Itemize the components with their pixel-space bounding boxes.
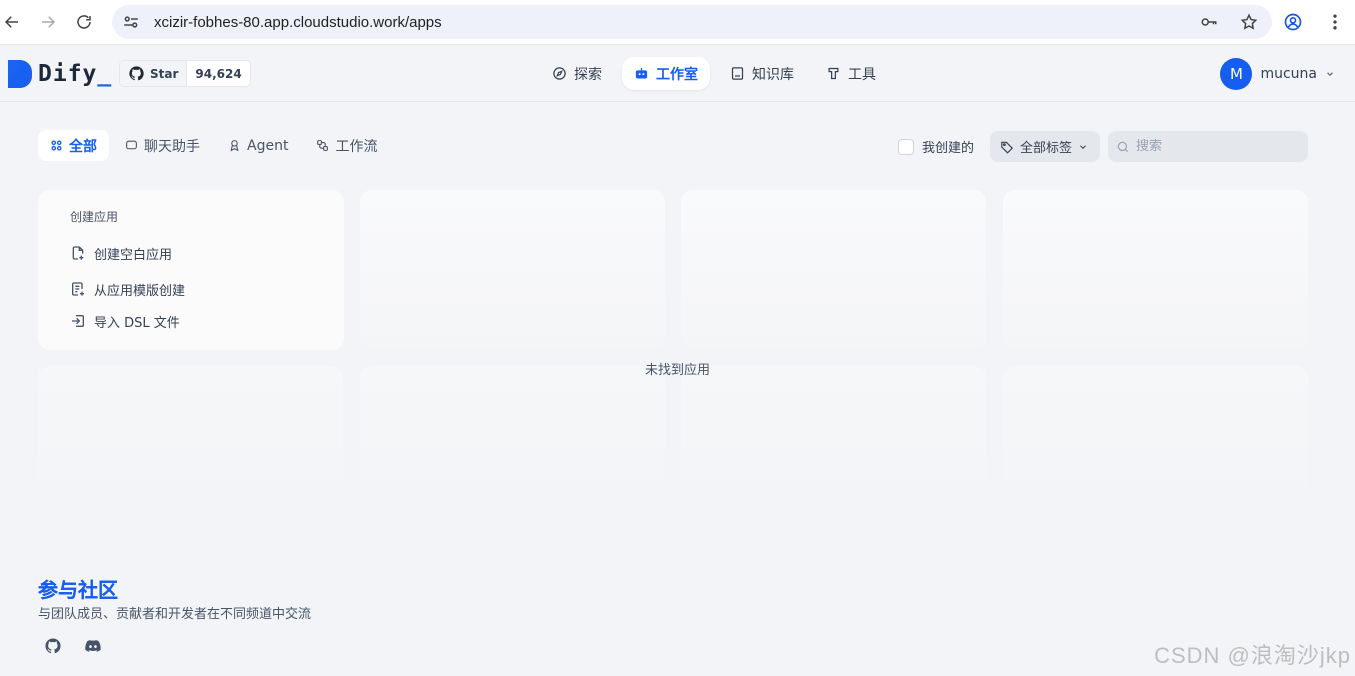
tab-workflow[interactable]: 工作流 (304, 130, 389, 161)
app-card-placeholder (681, 366, 986, 516)
tab-label: 聊天助手 (144, 138, 200, 155)
nav-label: 工作室 (656, 66, 698, 83)
nav-label: 探索 (574, 66, 602, 83)
app-card-placeholder (1003, 366, 1308, 516)
tag-filter-label: 全部标签 (1020, 141, 1073, 156)
create-from-template-button[interactable]: 从应用模版创建 (70, 273, 312, 305)
nav-tools[interactable]: 工具 (814, 57, 888, 90)
app-card-placeholder (1003, 190, 1308, 350)
search-icon (1117, 141, 1129, 152)
tag-icon (1001, 141, 1014, 154)
robot-icon (635, 67, 648, 79)
star-bookmark-icon[interactable] (1240, 13, 1258, 31)
app-header: Dify_ Star 94,624 探索 工作室 知识库 工具 M mucuna (0, 46, 1355, 102)
blank-file-icon (72, 246, 84, 260)
create-item-label: 从应用模版创建 (94, 283, 186, 299)
arrow-left-icon (4, 16, 18, 28)
community-links (44, 637, 102, 655)
search-input[interactable] (1136, 139, 1296, 154)
github-icon[interactable] (44, 637, 62, 655)
tab-agent[interactable]: Agent (216, 130, 300, 161)
import-dsl-button[interactable]: 导入 DSL 文件 (70, 305, 312, 337)
create-app-title: 创建应用 (70, 210, 119, 224)
nav-knowledge[interactable]: 知识库 (718, 57, 806, 90)
app-card-placeholder (360, 190, 665, 350)
nav-label: 知识库 (752, 66, 794, 83)
username[interactable]: mucuna (1260, 66, 1317, 82)
logo-mark-icon (8, 60, 32, 88)
app-card-placeholder (681, 190, 986, 350)
back-button[interactable] (0, 4, 30, 40)
tab-label: 全部 (69, 138, 97, 155)
create-blank-app-button[interactable]: 创建空白应用 (70, 237, 312, 269)
app-card-placeholder (360, 366, 665, 516)
chat-icon (126, 140, 137, 150)
reload-icon (77, 15, 91, 29)
user-menu[interactable]: M mucuna (1220, 58, 1335, 90)
tab-label: 工作流 (335, 138, 378, 155)
agent-icon (230, 140, 239, 152)
empty-state-message: 未找到应用 (644, 363, 710, 378)
more-vertical-icon[interactable] (1325, 12, 1345, 32)
workflow-icon (317, 140, 329, 151)
community-title: 参与社区 (38, 574, 118, 603)
logo-text: Dify (38, 61, 98, 87)
forward-button[interactable] (30, 4, 66, 40)
filter-controls: 我创建的 全部标签 (897, 131, 1308, 162)
star-count: 94,624 (186, 61, 249, 86)
import-icon (72, 315, 84, 327)
tab-chat-assistant[interactable]: 聊天助手 (113, 130, 212, 161)
nav-studio[interactable]: 工作室 (622, 57, 710, 90)
create-app-card: 创建应用 创建空白应用 从应用模版创建 导入 DSL 文件 (38, 190, 344, 350)
tool-icon (828, 67, 839, 80)
tab-all[interactable]: 全部 (38, 130, 109, 161)
nav-explore[interactable]: 探索 (540, 57, 614, 90)
chevron-down-icon (1327, 72, 1333, 77)
github-icon (129, 66, 144, 81)
dify-logo[interactable]: Dify_ (8, 60, 112, 88)
github-star-button[interactable]: Star 94,624 (119, 60, 251, 87)
app-card-placeholder (38, 366, 343, 516)
avatar[interactable]: M (1220, 58, 1253, 90)
star-label: Star (150, 66, 179, 81)
my-created-toggle[interactable]: 我创建的 (897, 137, 974, 156)
chevron-down-icon (1080, 144, 1086, 149)
my-created-checkbox[interactable] (897, 138, 914, 155)
my-created-label: 我创建的 (921, 141, 974, 156)
profile-icon[interactable] (1283, 12, 1303, 32)
create-item-label: 导入 DSL 文件 (94, 315, 180, 331)
main-nav: 探索 工作室 知识库 工具 (540, 57, 888, 90)
grid-icon (51, 140, 62, 151)
tab-label: Agent (247, 137, 289, 154)
community-subtitle: 与团队成员、贡献者和开发者在不同频道中交流 (38, 607, 312, 622)
create-item-label: 创建空白应用 (94, 247, 173, 263)
nav-label: 工具 (848, 66, 876, 83)
book-icon (731, 67, 744, 80)
template-icon (72, 282, 84, 296)
search-box[interactable] (1108, 131, 1308, 162)
site-info-icon[interactable] (122, 13, 140, 31)
watermark: CSDN @浪淘沙jkp (1154, 643, 1351, 668)
discord-icon[interactable] (84, 637, 102, 655)
address-bar[interactable]: xcizir-fobhes-80.app.cloudstudio.work/ap… (112, 5, 1272, 39)
tag-filter-dropdown[interactable]: 全部标签 (990, 131, 1100, 162)
url-text[interactable]: xcizir-fobhes-80.app.cloudstudio.work/ap… (154, 14, 442, 31)
reload-button[interactable] (66, 4, 102, 40)
arrow-right-icon (42, 16, 56, 28)
compass-icon (553, 67, 566, 80)
key-icon[interactable] (1200, 13, 1218, 31)
app-type-tabs: 全部 聊天助手 Agent 工作流 (38, 130, 389, 161)
browser-toolbar: xcizir-fobhes-80.app.cloudstudio.work/ap… (0, 0, 1355, 45)
